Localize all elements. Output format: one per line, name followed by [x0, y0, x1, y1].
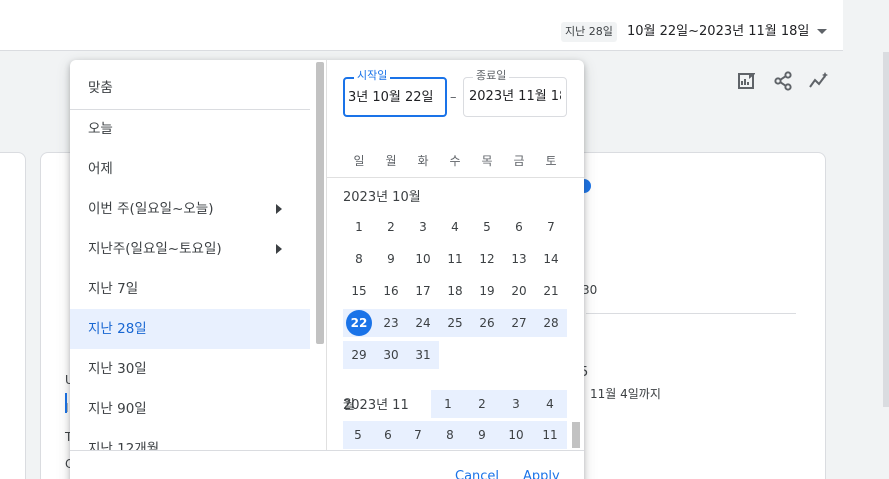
calendar-day[interactable]: 4 — [439, 213, 471, 241]
calendar-scrollbar[interactable] — [572, 422, 580, 448]
calendar-day[interactable]: 26 — [471, 309, 503, 337]
calendar-day[interactable]: 4 — [533, 390, 567, 418]
menu-scrollbar[interactable] — [316, 62, 324, 344]
date-range-picker: 맞춤 오늘 어제 이번 주(일요일~오늘) 지난주(일요일~토요일) 지난 7일… — [70, 60, 584, 479]
calendar-day[interactable]: 8 — [343, 245, 375, 273]
calendar-day[interactable]: 3 — [407, 213, 439, 241]
calendar-day[interactable]: 1 — [431, 390, 465, 418]
end-date-input[interactable]: 2023년 11월 18일 — [469, 87, 561, 107]
left-card — [0, 152, 26, 479]
calendar-day[interactable]: 10 — [499, 421, 533, 449]
submenu-arrow-icon — [276, 204, 282, 214]
page-scrollbar[interactable] — [883, 52, 889, 407]
calendar-day[interactable]: 18 — [439, 277, 471, 305]
calendar-day[interactable]: 13 — [503, 245, 535, 273]
preset-last-7-days[interactable]: 지난 7일 — [70, 269, 310, 309]
weekday-divider — [327, 177, 584, 178]
calendar-day[interactable]: 8 — [433, 421, 467, 449]
card-divider — [586, 313, 796, 314]
preset-custom[interactable]: 맞춤 — [70, 68, 310, 108]
weekday-label: 목 — [481, 154, 493, 168]
weekday-label: 수 — [449, 154, 461, 168]
selection-indicator — [65, 393, 67, 413]
weekday-label: 금 — [513, 154, 525, 168]
start-date-field[interactable]: 시작일 3년 10월 22일 — [343, 69, 447, 117]
cancel-button[interactable]: Cancel — [455, 469, 499, 479]
insights-icon[interactable] — [808, 70, 830, 92]
calendar-day[interactable]: 2 — [375, 213, 407, 241]
calendar-day[interactable]: 12 — [471, 245, 503, 273]
calendar-day[interactable]: 9 — [375, 245, 407, 273]
card-date-note: 11월 4일까지 — [590, 387, 661, 401]
preset-last-28-days[interactable]: 지난 28일 — [70, 309, 310, 349]
calendar-day[interactable]: 5 — [343, 421, 373, 449]
preset-last-30-days[interactable]: 지난 30일 — [70, 349, 310, 389]
picker-footer: Cancel Apply — [70, 450, 584, 479]
calendar-day[interactable]: 11 — [439, 245, 471, 273]
preset-last-week[interactable]: 지난주(일요일~토요일) — [70, 229, 310, 269]
selected-day-marker: 22 — [346, 310, 372, 336]
preset-today[interactable]: 오늘 — [70, 109, 310, 149]
calendar-panel: 시작일 3년 10월 22일 – 종료일 2023년 11월 18일 일 월 화… — [327, 60, 584, 450]
submenu-arrow-icon — [276, 244, 282, 254]
report-toolbar — [736, 70, 830, 92]
weekday-label: 화 — [417, 154, 429, 168]
calendar-day[interactable]: 27 — [503, 309, 535, 337]
month-title: 2023년 10월 — [343, 190, 421, 205]
end-date-field[interactable]: 종료일 2023년 11월 18일 — [463, 69, 567, 117]
calendar-day[interactable]: 2 — [465, 390, 499, 418]
calendar-day[interactable]: 6 — [373, 421, 403, 449]
range-separator: – — [450, 90, 457, 105]
calendar-day[interactable]: 17 — [407, 277, 439, 305]
calendar-day[interactable]: 6 — [503, 213, 535, 241]
calendar-day[interactable]: 9 — [465, 421, 499, 449]
calendar-day[interactable]: 11 — [533, 421, 567, 449]
date-range-display[interactable]: 10월 22일~2023년 11월 18일 — [627, 22, 809, 42]
calendar-day[interactable]: 24 — [407, 309, 439, 337]
calendar-day[interactable]: 19 — [471, 277, 503, 305]
preset-menu: 맞춤 오늘 어제 이번 주(일요일~오늘) 지난주(일요일~토요일) 지난 7일… — [70, 60, 314, 457]
end-date-label: 종료일 — [473, 69, 510, 83]
calendar-day[interactable]: 14 — [535, 245, 567, 273]
calendar-day[interactable]: 16 — [375, 277, 407, 305]
calendar-day[interactable]: 3 — [499, 390, 533, 418]
weekday-label: 월 — [385, 154, 397, 168]
preset-yesterday[interactable]: 어제 — [70, 149, 310, 189]
share-icon[interactable] — [772, 70, 794, 92]
calendar-day[interactable]: 31 — [407, 341, 439, 369]
calendar-day[interactable]: 30 — [375, 341, 407, 369]
apply-button[interactable]: Apply — [523, 469, 560, 479]
start-date-input[interactable]: 3년 10월 22일 — [348, 88, 440, 108]
calendar-day[interactable]: 10 — [407, 245, 439, 273]
calendar-day[interactable]: 29 — [343, 341, 375, 369]
edit-chart-icon[interactable] — [736, 70, 758, 92]
calendar-day[interactable]: 1 — [343, 213, 375, 241]
calendar-day[interactable]: 28 — [535, 309, 567, 337]
weekday-label: 일 — [353, 154, 365, 168]
preset-this-week[interactable]: 이번 주(일요일~오늘) — [70, 189, 310, 229]
chevron-down-icon[interactable] — [817, 29, 827, 34]
preset-last-90-days[interactable]: 지난 90일 — [70, 389, 310, 429]
date-range-chip: 지난 28일 — [561, 22, 617, 42]
month-title-overlap: 월 — [343, 398, 355, 413]
calendar-day[interactable]: 20 — [503, 277, 535, 305]
weekday-label: 토 — [545, 154, 557, 168]
calendar-day[interactable]: 25 — [439, 309, 471, 337]
calendar-day[interactable]: 23 — [375, 309, 407, 337]
calendar-day[interactable]: 7 — [403, 421, 433, 449]
calendar-day[interactable]: 15 — [343, 277, 375, 305]
calendar-day[interactable]: 7 — [535, 213, 567, 241]
card-value: 30 — [582, 283, 598, 297]
calendar-day[interactable]: 5 — [471, 213, 503, 241]
start-date-label: 시작일 — [354, 69, 391, 83]
calendar-day[interactable]: 21 — [535, 277, 567, 305]
calendar-day[interactable]: 22 — [343, 309, 375, 337]
top-bar: 지난 28일 10월 22일~2023년 11월 18일 — [0, 0, 843, 51]
